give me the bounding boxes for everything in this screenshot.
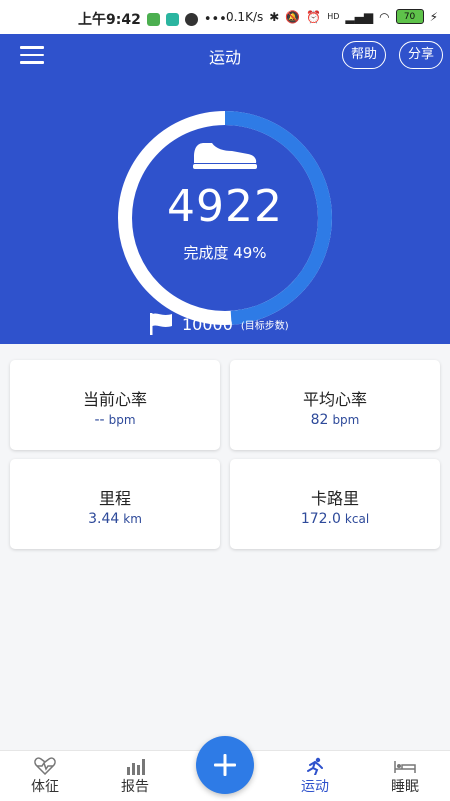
nav-label: 运动 (301, 779, 329, 795)
stat-number: 172.0 (300, 511, 341, 527)
runner-icon (307, 757, 323, 775)
signal-icon: ▂▄▆ (345, 9, 374, 24)
completion-text: 完成度 49% (183, 244, 267, 262)
nav-label: 报告 (121, 779, 149, 795)
flag-icon (150, 313, 172, 335)
bed-icon (394, 761, 416, 773)
stat-label: 里程 (98, 489, 131, 508)
share-button[interactable]: 分享 (399, 41, 444, 69)
plus-icon (214, 754, 236, 776)
stat-unit: bpm (332, 413, 360, 427)
stat-card-distance[interactable]: 里程 3.44 km (10, 459, 220, 549)
nav-item-sleep[interactable]: 睡眠 (370, 751, 440, 801)
stat-unit: kcal (344, 512, 370, 526)
nav-label: 体征 (31, 779, 59, 795)
bar-chart-icon (127, 759, 145, 775)
nav-label: 睡眠 (391, 779, 419, 795)
bluetooth-icon: ✱ (269, 9, 280, 24)
wechat-icon (146, 12, 160, 26)
network-type: HD (327, 12, 340, 21)
nav-item-exercise[interactable]: 运动 (280, 751, 350, 801)
charging-icon: ⚡ (429, 9, 438, 24)
stat-value: 82 bpm (230, 412, 440, 428)
more-notifications-icon: ••• (203, 11, 227, 27)
step-goal: 10000 (目标步数) (148, 312, 289, 336)
mute-icon: 🔕 (285, 9, 301, 24)
wifi-icon: ◠ (379, 9, 390, 24)
stat-value: 3.44 km (10, 511, 220, 527)
stat-label: 卡路里 (310, 489, 359, 508)
heart-pulse-icon (34, 757, 56, 775)
stat-unit: km (123, 512, 142, 526)
step-count: 4922 (167, 181, 283, 232)
stat-number: 3.44 (88, 511, 120, 527)
goal-steps: 10000 (182, 314, 233, 334)
stat-label: 平均心率 (302, 390, 367, 409)
status-right: 0.1K/s ✱ 🔕 ⏰ HD ▂▄▆ ◠ 70 ⚡ (226, 9, 438, 24)
stat-label: 当前心率 (82, 390, 147, 409)
status-time: 上午9:42 (78, 12, 141, 28)
add-button[interactable] (196, 736, 254, 794)
top-bar: 运动 帮助 分享 (0, 34, 450, 76)
battery-level: 70 (403, 11, 416, 22)
header: 运动 帮助 分享 4922 完成度 49% 10000 (目标步数) (0, 34, 450, 344)
stat-unit: bpm (108, 413, 136, 427)
qq-icon (184, 12, 198, 26)
help-button[interactable]: 帮助 (342, 41, 387, 69)
stat-number: -- (94, 412, 105, 428)
stat-card-calories[interactable]: 卡路里 172.0 kcal (230, 459, 440, 549)
stat-value: -- bpm (10, 412, 220, 428)
goal-label: (目标步数) (240, 320, 289, 332)
stat-value: 172.0 kcal (230, 511, 440, 527)
status-bar: 上午9:42 ••• 0.1K/s ✱ 🔕 ⏰ HD ▂▄▆ ◠ 70 ⚡ (0, 0, 450, 34)
stat-number: 82 (310, 412, 329, 428)
alarm-icon: ⏰ (306, 9, 322, 24)
status-left: 上午9:42 ••• (78, 9, 227, 29)
shoe-icon (193, 143, 257, 169)
stat-card-current-heart-rate[interactable]: 当前心率 -- bpm (10, 360, 220, 450)
battery-icon: 70 (395, 9, 424, 24)
network-speed: 0.1K/s (225, 9, 264, 24)
nav-item-report[interactable]: 报告 (100, 751, 170, 801)
stat-card-average-heart-rate[interactable]: 平均心率 82 bpm (230, 360, 440, 450)
app-notification-icon (165, 12, 179, 26)
nav-item-vitals[interactable]: 体征 (10, 751, 80, 801)
